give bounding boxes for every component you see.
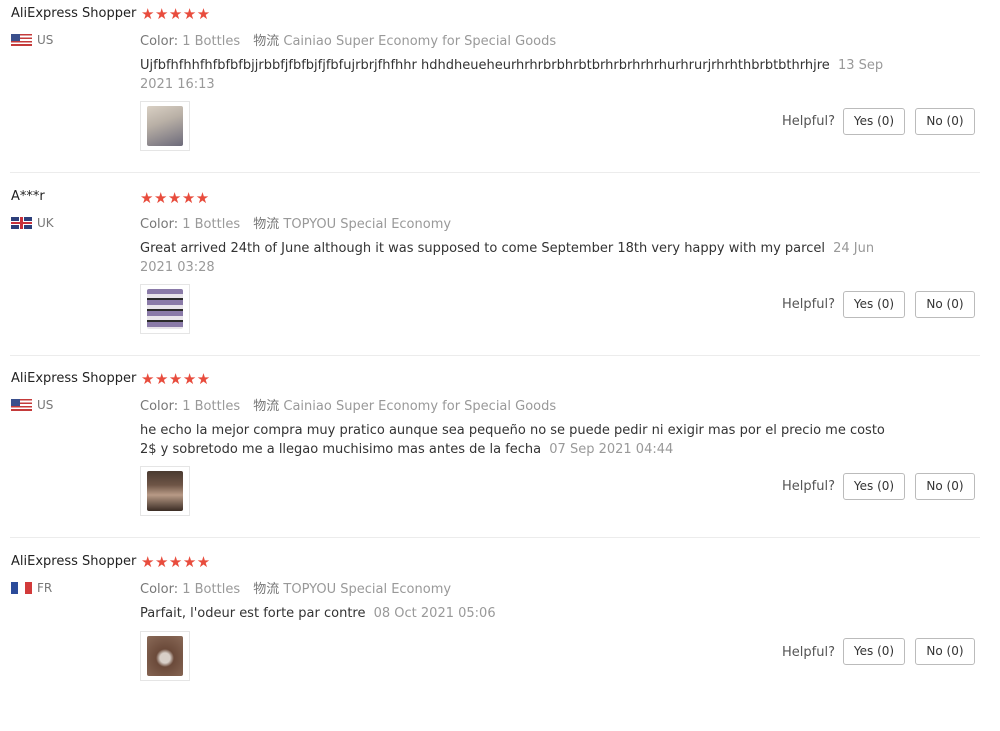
rating-stars: ★★★★★ [141,5,211,23]
shipping-label: 物流 [253,582,280,597]
order-details: Color: 1 Bottles 物流 TOPYOU Special Econo… [140,578,451,597]
photo-image [147,106,183,146]
review-item: AliExpress Shopper ★★★★★ FR Color: 1 Bot… [0,548,1000,731]
review-body: he echo la mejor compra muy pratico aunq… [140,421,885,459]
helpful-yes-button[interactable]: Yes (0) [843,291,905,318]
review-text: Parfait, l'odeur est forte par contre [140,606,366,621]
helpful-no-button[interactable]: No (0) [915,473,975,500]
review-date: 07 Sep 2021 04:44 [549,442,674,457]
review-text: Great arrived 24th of June although it w… [140,241,825,256]
color-label: Color: [140,217,179,232]
shipping-method: TOPYOU Special Economy [283,582,452,597]
review-text: he echo la mejor compra muy pratico aunq… [140,423,885,457]
reviewer-country: UK [11,214,54,232]
color-value: 1 Bottles [182,34,241,49]
country-code: FR [37,581,53,595]
helpful-label: Helpful? [782,114,835,129]
order-details: Color: 1 Bottles 物流 TOPYOU Special Econo… [140,213,451,232]
uk-flag-icon [11,217,32,229]
shipping-label: 物流 [253,34,280,49]
helpful-no-button[interactable]: No (0) [915,291,975,318]
review-body: Great arrived 24th of June although it w… [140,239,885,277]
shipping-method: Cainiao Super Economy for Special Goods [283,34,557,49]
color-value: 1 Bottles [182,399,241,414]
order-details: Color: 1 Bottles 物流 Cainiao Super Econom… [140,395,556,414]
color-value: 1 Bottles [182,582,241,597]
review-body: Ujfbfhfhhfhfbfbfbjjrbbfjfbfbjfjfbfujrbrj… [140,56,885,94]
helpful-label: Helpful? [782,479,835,494]
helpful-yes-button[interactable]: Yes (0) [843,108,905,135]
color-value: 1 Bottles [182,217,241,232]
shipping-label: 物流 [253,399,280,414]
country-code: US [37,33,54,47]
review-date: 08 Oct 2021 05:06 [373,606,496,621]
photo-image [147,471,183,511]
photo-image [147,289,183,329]
order-details: Color: 1 Bottles 物流 Cainiao Super Econom… [140,30,556,49]
shipping-label: 物流 [253,217,280,232]
helpful-no-button[interactable]: No (0) [915,108,975,135]
reviewer-name: AliExpress Shopper [11,6,137,21]
reviews-list: AliExpress Shopper ★★★★★ US Color: 1 Bot… [0,0,1000,700]
country-code: US [37,398,54,412]
helpful-no-button[interactable]: No (0) [915,638,975,665]
color-label: Color: [140,399,179,414]
reviewer-country: US [11,31,53,49]
photo-image [147,636,183,676]
reviewer-name: A***r [11,189,45,204]
us-flag-icon [11,34,32,46]
reviewer-country: FR [11,579,52,597]
shipping-method: TOPYOU Special Economy [283,217,452,232]
helpful-label: Helpful? [782,297,835,312]
us-flag-icon [11,399,32,411]
helpful-yes-button[interactable]: Yes (0) [843,638,905,665]
fr-flag-icon [11,582,32,594]
shipping-method: Cainiao Super Economy for Special Goods [283,399,557,414]
review-text: Ujfbfhfhhfhfbfbfbjjrbbfjfbfbjfjfbfujrbrj… [140,58,830,73]
review-photo[interactable] [140,101,190,151]
review-divider [10,537,980,538]
color-label: Color: [140,582,179,597]
review-item: AliExpress Shopper ★★★★★ US Color: 1 Bot… [0,0,1000,183]
country-code: UK [37,216,54,230]
rating-stars: ★★★★★ [140,189,210,207]
rating-stars: ★★★★★ [141,370,211,388]
reviewer-country: US [11,396,53,414]
reviewer-name: AliExpress Shopper [11,371,137,386]
helpful-label: Helpful? [782,645,835,660]
helpful-yes-button[interactable]: Yes (0) [843,473,905,500]
review-body: Parfait, l'odeur est forte par contre 08… [140,604,885,623]
review-photo[interactable] [140,284,190,334]
review-photo[interactable] [140,631,190,681]
reviewer-name: AliExpress Shopper [11,554,137,569]
review-item: A***r ★★★★★ UK Color: 1 Bottles 物流 TOPYO… [0,183,1000,366]
rating-stars: ★★★★★ [141,553,211,571]
review-divider [10,355,980,356]
review-photo[interactable] [140,466,190,516]
review-item: AliExpress Shopper ★★★★★ US Color: 1 Bot… [0,365,1000,548]
color-label: Color: [140,34,179,49]
review-divider [10,172,980,173]
